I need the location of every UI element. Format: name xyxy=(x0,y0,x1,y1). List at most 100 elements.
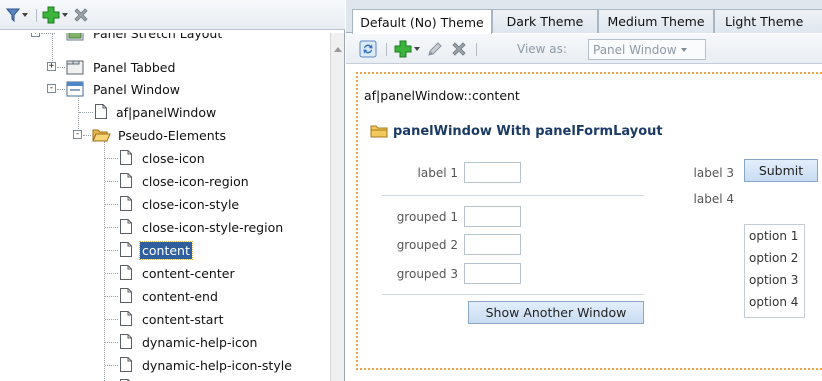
form-label-grouped1: grouped 1 xyxy=(396,210,458,224)
tree-item-label: dynamic-help-icon-style xyxy=(142,357,292,373)
tree-item-close-icon-style[interactable]: close-icon-style xyxy=(0,193,330,215)
tree-item-label-selected: content xyxy=(139,240,193,260)
tree-item-panel-tabbed[interactable]: + Panel Tabbed xyxy=(0,56,330,78)
tree-item-content-start[interactable]: content-start xyxy=(0,308,330,330)
form-label-grouped2: grouped 2 xyxy=(396,238,458,252)
list-option[interactable]: option 3 xyxy=(745,269,804,291)
view-as-label: View as: xyxy=(517,42,567,56)
list-option[interactable]: option 4 xyxy=(745,291,804,313)
expand-toggle[interactable]: + xyxy=(47,62,56,71)
submit-button[interactable]: Submit xyxy=(744,159,818,182)
view-as-value: Panel Window xyxy=(593,42,677,57)
expand-toggle[interactable]: + xyxy=(31,33,40,37)
document-icon xyxy=(120,150,132,165)
document-icon xyxy=(120,288,132,303)
input-grouped2[interactable] xyxy=(464,234,521,255)
document-icon xyxy=(120,311,132,326)
tree-item-label: content-end xyxy=(142,288,218,304)
panel-title-text: panelWindow With panelFormLayout xyxy=(393,124,663,139)
add-dropdown-caret-icon[interactable] xyxy=(413,46,420,52)
tab-dark-theme[interactable]: Dark Theme xyxy=(492,9,598,33)
tree-vertical-scrollbar[interactable] xyxy=(330,33,344,381)
tree-item-label: close-icon xyxy=(142,150,205,166)
edit-pencil-icon[interactable] xyxy=(426,40,444,58)
tree-item-label: Pseudo-Elements xyxy=(118,127,227,143)
tree-item-close-icon-region[interactable]: close-icon-region xyxy=(0,170,330,192)
tree-item-close-icon[interactable]: close-icon xyxy=(0,147,330,169)
add-plus-icon[interactable] xyxy=(394,40,412,58)
tab-light-theme[interactable]: Light Theme xyxy=(714,9,822,33)
list-option[interactable]: option 2 xyxy=(745,247,804,269)
tree-item-label: dynamic-help-icon xyxy=(142,334,258,350)
delete-x-icon[interactable] xyxy=(450,40,468,58)
tree-item-label: close-icon-style xyxy=(142,196,240,212)
tree-item-label: content-start xyxy=(142,311,224,327)
tree-item-label: Panel Tabbed xyxy=(93,59,176,75)
document-icon xyxy=(120,334,132,349)
tree-item-close-icon-style-region[interactable]: close-icon-style-region xyxy=(0,216,330,238)
document-icon xyxy=(120,357,132,372)
tree-item-label: close-icon-style-region xyxy=(142,219,284,235)
document-icon xyxy=(120,242,132,257)
form-label-label3: label 3 xyxy=(693,166,734,180)
form-label-label4: label 4 xyxy=(693,192,734,206)
theme-tabbar: Default (No) Theme Dark Theme Medium The… xyxy=(346,0,822,34)
input-label1[interactable] xyxy=(464,162,521,183)
tree-item-label: Panel Stretch Layout xyxy=(93,33,223,41)
document-icon xyxy=(95,104,107,119)
layout-component-icon xyxy=(66,33,84,41)
tree-item-dynamic-help-icon[interactable]: dynamic-help-icon xyxy=(0,331,330,353)
document-icon xyxy=(120,196,132,211)
tree-item-content[interactable]: content xyxy=(0,239,330,261)
document-icon xyxy=(120,173,132,188)
form-label-grouped3: grouped 3 xyxy=(396,267,458,281)
tree-item-footer[interactable]: footer xyxy=(0,376,330,381)
tree-item-label: close-icon-region xyxy=(142,173,249,189)
options-listbox[interactable]: option 1 option 2 option 3 option 4 xyxy=(744,224,805,318)
toolbar-separator xyxy=(36,9,37,22)
preview-canvas: af|panelWindow::content panelWindow With… xyxy=(356,72,822,370)
tree-item-content-end[interactable]: content-end xyxy=(0,285,330,307)
filter-funnel-icon[interactable] xyxy=(6,8,20,22)
theme-preview-pane: Default (No) Theme Dark Theme Medium The… xyxy=(346,0,822,381)
toolbar-separator xyxy=(476,43,477,56)
selected-selector-path: af|panelWindow::content xyxy=(364,88,520,103)
panel-tabbed-icon xyxy=(66,59,84,75)
view-as-select[interactable]: Panel Window xyxy=(588,39,706,60)
tree-item-label: Panel Window xyxy=(93,81,180,97)
selector-tree-pane: + Panel Stretch Layout + Panel Tabbed - … xyxy=(0,0,345,381)
preview-toolbar: View as: Panel Window xyxy=(346,34,822,64)
collapse-toggle[interactable]: - xyxy=(47,84,56,93)
selector-tree: + Panel Stretch Layout + Panel Tabbed - … xyxy=(0,33,330,381)
list-option[interactable]: option 1 xyxy=(745,225,804,247)
tab-default-no-theme[interactable]: Default (No) Theme xyxy=(352,9,492,34)
tree-item-panel-stretch-layout[interactable]: + Panel Stretch Layout xyxy=(0,33,330,44)
scroll-up-arrow-icon[interactable] xyxy=(334,47,342,52)
tree-item-af-panelwindow[interactable]: af|panelWindow xyxy=(0,101,330,123)
document-icon xyxy=(120,265,132,280)
show-another-window-button[interactable]: Show Another Window xyxy=(468,301,644,324)
folder-icon xyxy=(370,125,388,138)
filter-dropdown-caret-icon[interactable] xyxy=(21,12,28,18)
refresh-icon[interactable] xyxy=(359,40,377,58)
tree-item-dynamic-help-icon-style[interactable]: dynamic-help-icon-style xyxy=(0,354,330,376)
input-grouped1[interactable] xyxy=(464,206,521,227)
add-plus-icon[interactable] xyxy=(42,6,60,24)
tree-item-panel-window[interactable]: - Panel Window xyxy=(0,78,330,100)
delete-x-icon[interactable] xyxy=(72,6,90,24)
panel-window-title: panelWindow With panelFormLayout xyxy=(370,124,663,139)
toolbar-separator xyxy=(386,43,387,56)
tree-item-label: af|panelWindow xyxy=(116,104,217,120)
add-dropdown-caret-icon[interactable] xyxy=(61,12,68,18)
form-separator xyxy=(382,195,644,196)
tree-item-label: content-center xyxy=(142,265,235,281)
collapse-toggle[interactable]: - xyxy=(73,130,82,139)
input-grouped3[interactable] xyxy=(464,263,521,284)
tree-item-pseudo-elements[interactable]: - Pseudo-Elements xyxy=(0,124,330,146)
tab-medium-theme[interactable]: Medium Theme xyxy=(598,9,714,33)
chevron-down-icon xyxy=(680,47,687,52)
tree-item-content-center[interactable]: content-center xyxy=(0,262,330,284)
form-separator xyxy=(382,294,644,295)
open-folder-icon xyxy=(92,128,111,142)
form-label-label1: label 1 xyxy=(417,166,458,180)
